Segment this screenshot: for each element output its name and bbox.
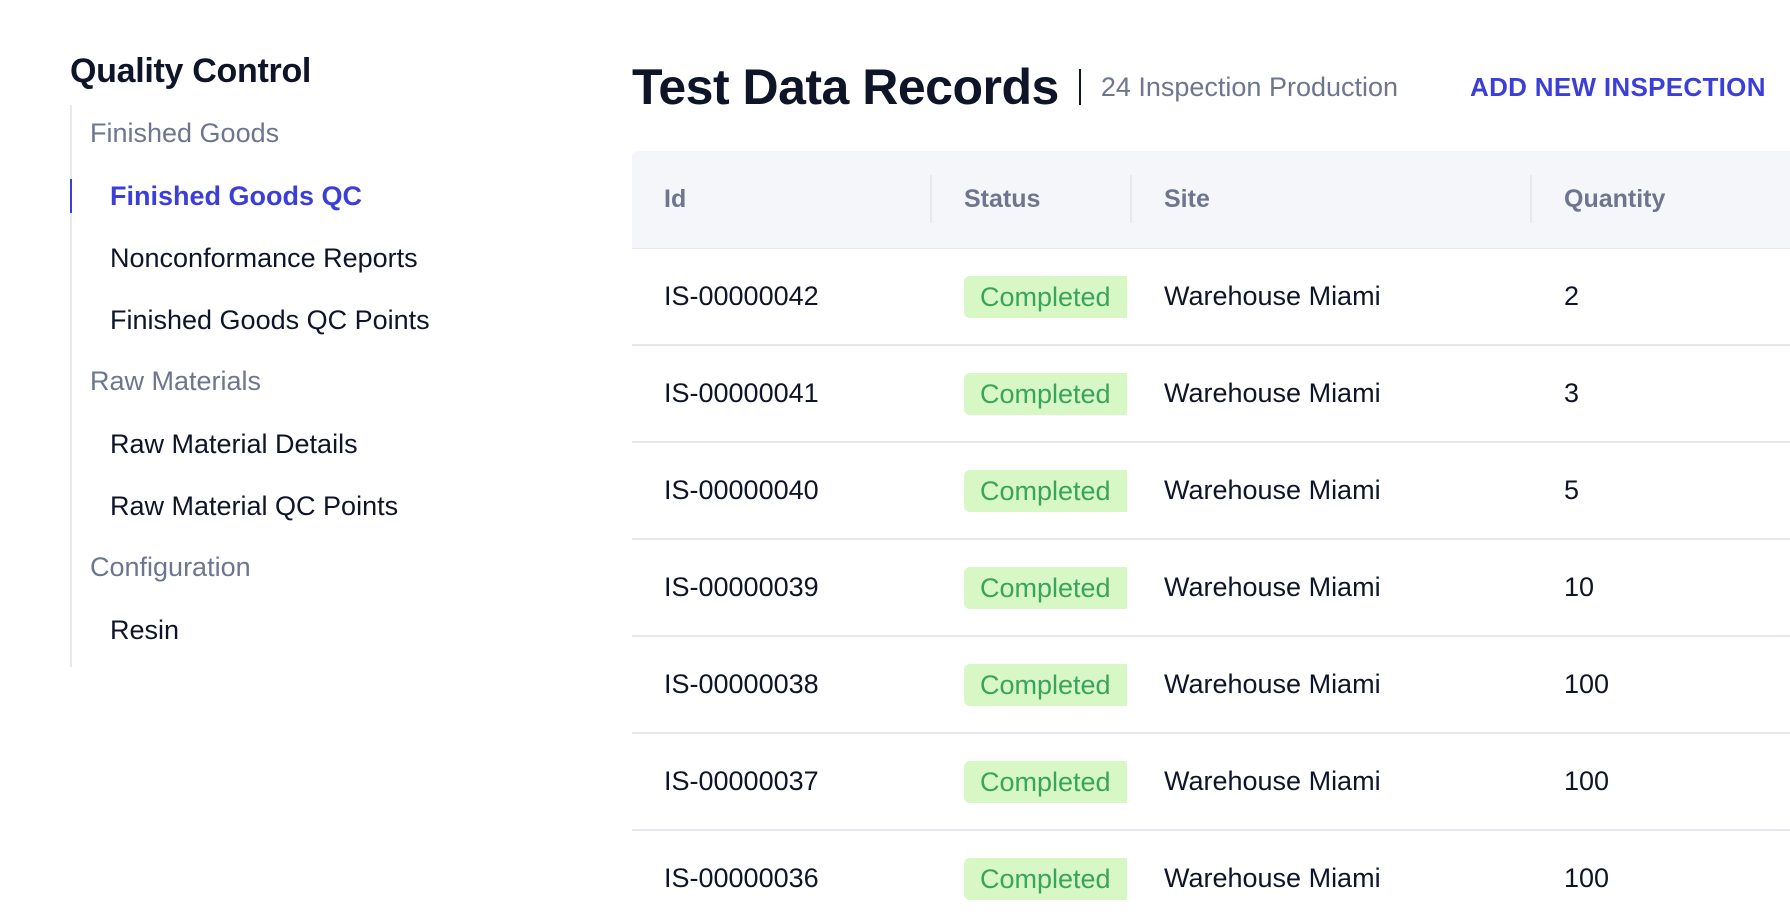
cell-id: IS-00000040 — [664, 475, 819, 505]
sidebar-item-nonconformance-reports[interactable]: Nonconformance Reports — [72, 229, 550, 291]
cell-id: IS-00000041 — [664, 378, 819, 408]
table-row[interactable]: IS-00000037 Completed Warehouse Miami 10… — [632, 734, 1790, 831]
status-badge: Completed — [964, 469, 1127, 512]
main-content: Test Data Records 24 Inspection Producti… — [632, 56, 1790, 900]
status-badge: Completed — [964, 760, 1127, 803]
cell-site: Warehouse Miami — [1164, 572, 1381, 602]
cell-id: IS-00000039 — [664, 572, 819, 602]
sidebar: Quality Control Finished Goods Finished … — [70, 52, 550, 667]
sidebar-item-raw-material-qc-points[interactable]: Raw Material QC Points — [72, 477, 550, 539]
sidebar-item-finished-goods-qc-points[interactable]: Finished Goods QC Points — [72, 291, 550, 353]
cell-quantity: 100 — [1564, 669, 1610, 699]
cell-status: Completed — [932, 637, 1132, 732]
table-row[interactable]: IS-00000042 Completed Warehouse Miami 2 — [632, 249, 1790, 346]
table-row[interactable]: IS-00000040 Completed Warehouse Miami 5 — [632, 443, 1790, 540]
cell-quantity: 10 — [1564, 572, 1595, 602]
cell-id: IS-00000038 — [664, 669, 819, 699]
cell-id: IS-00000036 — [664, 863, 819, 893]
inspections-table: Id Status Site Quantity IS-00000042 Comp… — [632, 151, 1790, 924]
status-badge: Completed — [964, 663, 1127, 706]
title-divider — [1078, 69, 1081, 105]
cell-quantity: 100 — [1564, 863, 1610, 893]
status-badge: Completed — [964, 372, 1127, 415]
cell-id: IS-00000037 — [664, 766, 819, 796]
cell-quantity: 5 — [1564, 475, 1580, 505]
cell-site: Warehouse Miami — [1164, 281, 1381, 311]
sidebar-item-raw-material-details[interactable]: Raw Material Details — [72, 415, 550, 477]
page: Quality Control Finished Goods Finished … — [0, 0, 1790, 924]
cell-status: Completed — [932, 734, 1132, 829]
sidebar-item-resin[interactable]: Resin — [72, 601, 550, 663]
column-header-status[interactable]: Status — [932, 151, 1132, 248]
page-title: Test Data Records — [632, 59, 1059, 115]
nav-group-configuration: Configuration — [90, 552, 251, 582]
cell-site: Warehouse Miami — [1164, 475, 1381, 505]
column-header-quantity[interactable]: Quantity — [1532, 151, 1790, 248]
nav-group-raw-materials: Raw Materials — [90, 366, 262, 396]
status-badge: Completed — [964, 857, 1127, 900]
cell-site: Warehouse Miami — [1164, 378, 1381, 408]
sidebar-title: Quality Control — [70, 52, 312, 90]
table-header: Id Status Site Quantity — [632, 151, 1790, 249]
cell-quantity: 100 — [1564, 766, 1610, 796]
cell-status: Completed — [932, 831, 1132, 924]
page-header: Test Data Records 24 Inspection Producti… — [632, 56, 1790, 118]
table-row[interactable]: IS-00000038 Completed Warehouse Miami 10… — [632, 637, 1790, 734]
column-header-id[interactable]: Id — [632, 151, 932, 248]
table-row[interactable]: IS-00000036 Completed Warehouse Miami 10… — [632, 831, 1790, 924]
cell-status: Completed — [932, 249, 1132, 344]
cell-status: Completed — [932, 443, 1132, 538]
cell-status: Completed — [932, 540, 1132, 635]
cell-status: Completed — [932, 346, 1132, 441]
cell-id: IS-00000042 — [664, 281, 819, 311]
nav-group-finished-goods: Finished Goods — [90, 118, 280, 148]
cell-site: Warehouse Miami — [1164, 766, 1381, 796]
column-header-site[interactable]: Site — [1132, 151, 1532, 248]
status-badge: Completed — [964, 275, 1127, 318]
table-row[interactable]: IS-00000041 Completed Warehouse Miami 3 — [632, 346, 1790, 443]
cell-quantity: 3 — [1564, 378, 1580, 408]
page-subtitle: 24 Inspection Production — [1100, 71, 1399, 102]
table-row[interactable]: IS-00000039 Completed Warehouse Miami 10 — [632, 540, 1790, 637]
sidebar-item-finished-goods-qc[interactable]: Finished Goods QC — [70, 167, 550, 229]
add-new-inspection-button[interactable]: ADD NEW INSPECTION — [1470, 72, 1766, 103]
status-badge: Completed — [964, 566, 1127, 609]
sidebar-nav: Finished Goods Finished Goods QC Nonconf… — [70, 105, 550, 667]
cell-site: Warehouse Miami — [1164, 669, 1381, 699]
cell-quantity: 2 — [1564, 281, 1580, 311]
cell-site: Warehouse Miami — [1164, 863, 1381, 893]
